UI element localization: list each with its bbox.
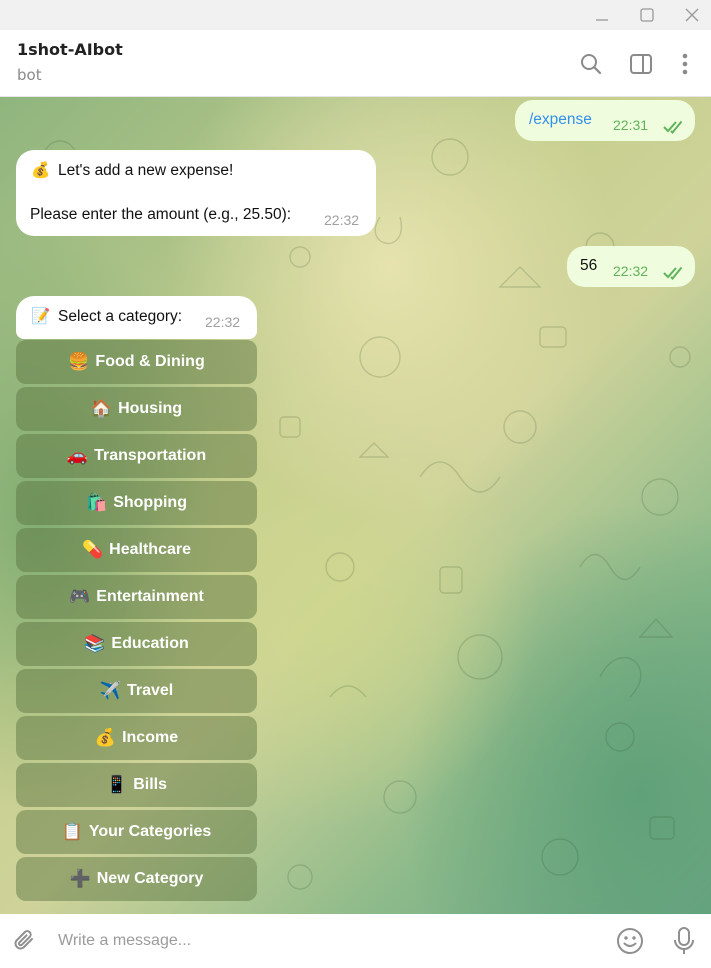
search-icon <box>581 54 602 75</box>
plus-icon: ➕ <box>69 869 91 888</box>
category-button-income[interactable]: 💰 Income <box>16 716 257 760</box>
new-category-button[interactable]: ➕ New Category <box>16 857 257 901</box>
attach-button[interactable] <box>9 925 41 957</box>
emoji-icon <box>617 928 643 954</box>
category-button-education[interactable]: 📚 Education <box>16 622 257 666</box>
button-label: Food & Dining <box>95 353 205 370</box>
chat-title[interactable]: 1shot-AIbot <box>17 40 123 59</box>
button-label: Travel <box>126 682 174 699</box>
burger-icon: 🍔 <box>68 352 90 371</box>
category-button-healthcare[interactable]: 💊 Healthcare <box>16 528 257 572</box>
category-button-entertainment[interactable]: 🎮 Entertainment <box>16 575 257 619</box>
sidebar-toggle-button[interactable] <box>624 47 658 81</box>
pill-icon: 💊 <box>82 540 104 559</box>
money-bag-icon: 💰 <box>31 162 51 179</box>
message-time: 22:32 <box>613 263 649 279</box>
chat-status: bot <box>17 66 42 84</box>
double-check-icon <box>663 266 683 280</box>
command-link[interactable]: /expense <box>529 111 592 129</box>
category-button-housing[interactable]: 🏠 Housing <box>16 387 257 431</box>
button-label: Transportation <box>94 447 207 464</box>
clipboard-icon: 📋 <box>61 822 83 841</box>
voice-record-button[interactable] <box>668 925 700 957</box>
close-button[interactable] <box>670 0 711 30</box>
category-button-transportation[interactable]: 🚗 Transportation <box>16 434 257 478</box>
message-incoming[interactable]: 📝 Select a category: 22:32 <box>16 296 257 339</box>
category-button-travel[interactable]: ✈️ Travel <box>16 669 257 713</box>
maximize-icon <box>640 8 654 22</box>
close-icon <box>685 8 699 22</box>
microphone-icon <box>674 927 694 954</box>
window-titlebar <box>0 0 711 30</box>
money-bag-icon: 💰 <box>94 728 117 747</box>
chat-area[interactable]: /expense 22:31 💰 Let's add a new expense… <box>0 97 711 914</box>
gamepad-icon: 🎮 <box>69 587 91 606</box>
button-label: Housing <box>118 400 183 417</box>
message-text: 56 <box>580 257 598 274</box>
button-label: Education <box>111 635 189 652</box>
message-line: Please enter the amount (e.g., 25.50): <box>30 206 292 223</box>
message-input[interactable] <box>58 928 598 954</box>
mobile-phone-icon: 📱 <box>106 775 128 794</box>
emoji-button[interactable] <box>614 925 646 957</box>
attach-icon <box>14 930 33 950</box>
minimize-icon <box>596 19 608 21</box>
car-icon: 🚗 <box>66 446 89 465</box>
button-label: Your Categories <box>88 823 212 840</box>
button-label: New Category <box>96 870 204 887</box>
message-outgoing[interactable]: 56 22:32 <box>567 246 695 287</box>
sidebar-toggle-icon <box>630 54 652 74</box>
message-incoming[interactable]: 💰 Let's add a new expense! Please enter … <box>16 150 376 236</box>
message-time: 22:31 <box>613 117 649 133</box>
maximize-button[interactable] <box>625 0 669 30</box>
button-label: Healthcare <box>109 541 191 558</box>
more-button[interactable] <box>668 47 702 81</box>
message-text: Select a category: <box>58 308 183 325</box>
chat-header: 1shot-AIbot bot <box>0 30 711 97</box>
house-icon: 🏠 <box>90 399 113 418</box>
button-label: Entertainment <box>96 588 204 605</box>
your-categories-button[interactable]: 📋 Your Categories <box>16 810 257 854</box>
search-button[interactable] <box>574 47 608 81</box>
more-vertical-icon <box>682 53 688 75</box>
shopping-bags-icon: 🛍️ <box>86 493 108 512</box>
message-time: 22:32 <box>324 212 360 228</box>
category-button-shopping[interactable]: 🛍️ Shopping <box>16 481 257 525</box>
message-line: Let's add a new expense! <box>58 162 234 179</box>
message-outgoing[interactable]: /expense 22:31 <box>515 100 695 141</box>
category-button-bills[interactable]: 📱 Bills <box>16 763 257 807</box>
books-icon: 📚 <box>84 634 106 653</box>
airplane-icon: ✈️ <box>99 681 121 700</box>
double-check-icon <box>663 120 683 134</box>
button-label: Shopping <box>113 494 187 511</box>
minimize-button[interactable] <box>580 0 624 30</box>
button-label: Income <box>122 729 179 746</box>
memo-icon: 📝 <box>31 308 51 325</box>
message-time: 22:32 <box>205 314 241 330</box>
button-label: Bills <box>133 776 167 793</box>
message-composer <box>0 914 711 968</box>
category-button-food-dining[interactable]: 🍔 Food & Dining <box>16 340 257 384</box>
